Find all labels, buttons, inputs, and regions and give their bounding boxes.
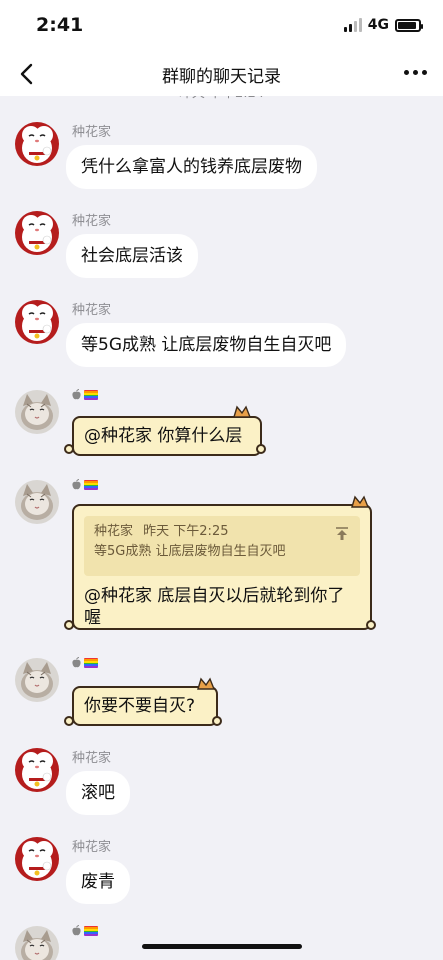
avatar[interactable] (15, 658, 59, 702)
member-tags (72, 925, 98, 936)
avatar[interactable] (15, 480, 59, 524)
scroll-curl (366, 620, 376, 630)
status-time: 2:41 (36, 14, 84, 36)
sender-name: 种花家 (72, 125, 112, 140)
apple-icon (72, 657, 81, 668)
jump-to-message-icon[interactable] (334, 526, 350, 542)
cat-ears-decoration (351, 495, 370, 508)
message-text: 喔 (84, 608, 101, 628)
message-bubble[interactable]: 社会底层活该 (66, 234, 198, 278)
message-bubble[interactable]: 等5G成熟 让底层废物自生自灭吧 (66, 323, 347, 367)
message-bubble[interactable]: 凭什么拿富人的钱养底层废物 (66, 145, 317, 189)
message-text: @种花家 底层自灭以后就轮到你了 (84, 586, 345, 606)
scroll-curl (64, 620, 74, 630)
message-bubble[interactable]: 滚吧 (66, 771, 130, 815)
quote-header: 种花家 昨天 下午2:25 (94, 522, 350, 542)
member-tags (72, 479, 98, 490)
message-text: @种花家 你算什么层 (84, 426, 243, 446)
sender-name: 种花家 (72, 840, 112, 855)
avatar[interactable] (15, 748, 59, 792)
apple-icon (72, 479, 81, 490)
rainbow-flag-icon (84, 925, 98, 936)
battery-icon (395, 18, 423, 32)
quote-time: 昨天 下午2:25 (143, 524, 229, 539)
scroll-curl (64, 444, 74, 454)
rainbow-flag-icon (84, 389, 98, 400)
sender-name: 种花家 (72, 303, 112, 318)
avatar[interactable] (15, 837, 59, 881)
scroll-curl (64, 716, 74, 726)
status-indicators: 4G (343, 17, 423, 33)
more-options-icon[interactable] (404, 70, 427, 75)
rainbow-flag-icon (84, 479, 98, 490)
member-tags (72, 657, 98, 668)
sender-name: 种花家 (72, 214, 112, 229)
scroll-curl (256, 444, 266, 454)
signal-icon (343, 18, 362, 32)
message-bubble[interactable]: 废青 (66, 860, 130, 904)
home-indicator[interactable] (142, 944, 302, 949)
avatar[interactable] (15, 300, 59, 344)
message-bubble[interactable]: 种花家 昨天 下午2:25 等5G成熟 让底层废物自生自灭吧 @种花家 底层自灭… (72, 504, 372, 630)
message-bubble[interactable]: 你要不要自灭? (72, 686, 218, 726)
cat-ears-decoration (233, 405, 252, 418)
quoted-message[interactable]: 种花家 昨天 下午2:25 等5G成熟 让底层废物自生自灭吧 (84, 516, 360, 576)
avatar[interactable] (15, 122, 59, 166)
nav-bar: 群聊的聊天记录 (0, 52, 443, 96)
rainbow-flag-icon (84, 657, 98, 668)
apple-icon (72, 925, 81, 936)
member-tags (72, 389, 98, 400)
status-bar: 2:41 4G (0, 0, 443, 52)
scroll-curl (212, 716, 222, 726)
message-bubble[interactable]: @种花家 你算什么层 (72, 416, 262, 456)
apple-icon (72, 389, 81, 400)
avatar[interactable] (15, 211, 59, 255)
message-text: 你要不要自灭? (84, 696, 196, 716)
network-label: 4G (367, 17, 389, 33)
avatar[interactable] (15, 390, 59, 434)
sender-name: 种花家 (72, 751, 112, 766)
quote-author: 种花家 (94, 524, 134, 539)
quote-text: 等5G成熟 让底层废物自生自灭吧 (94, 544, 286, 559)
cat-ears-decoration (197, 677, 216, 690)
page-title: 群聊的聊天记录 (162, 67, 281, 87)
avatar[interactable] (15, 926, 59, 960)
message-row (0, 922, 443, 960)
